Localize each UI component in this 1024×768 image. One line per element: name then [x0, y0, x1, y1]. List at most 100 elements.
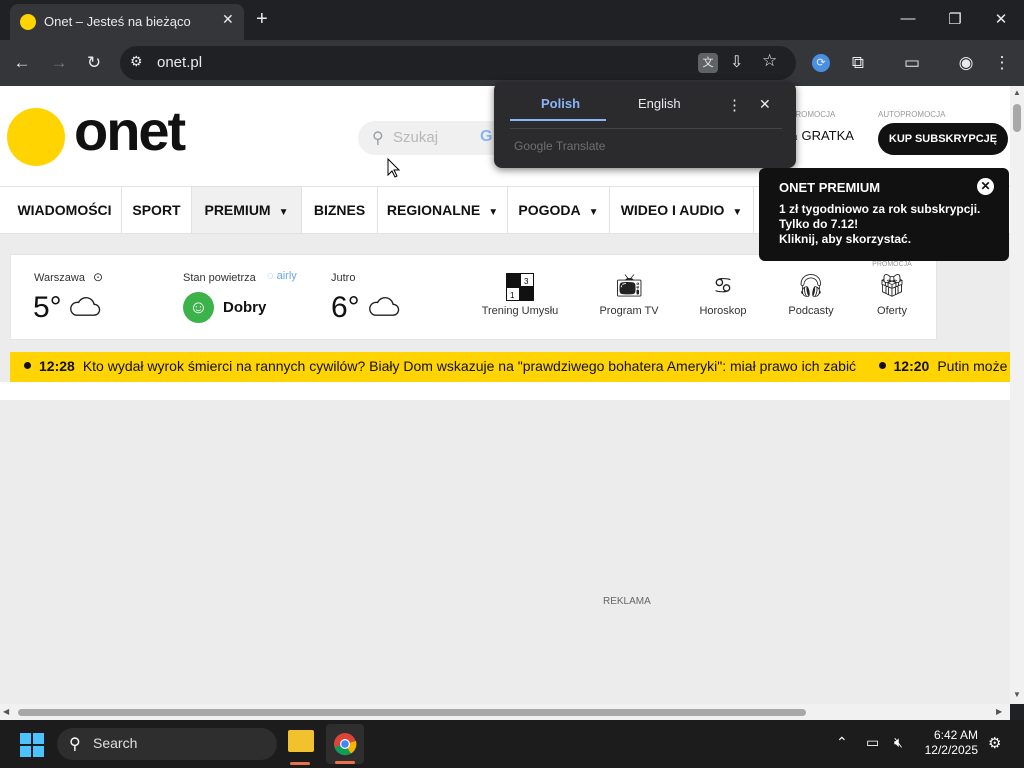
nav-label: PREMIUM — [204, 202, 271, 218]
search-icon: ⚲ — [372, 130, 384, 147]
service-label: Oferty — [877, 305, 907, 317]
tab-search-icon[interactable]: ▭ — [902, 53, 922, 73]
close-window-icon[interactable]: ✕ — [991, 10, 1011, 28]
taskbar-clock[interactable]: 6:42 AM 12/2/2025 — [918, 728, 978, 758]
air-quality-label: Stan powietrza — [183, 272, 256, 284]
taskbar-search[interactable]: ⚲ Search — [57, 728, 277, 760]
premium-body: 1 zł tygodniowo za rok subskrypcji. Tylk… — [779, 202, 980, 247]
service-label: Horoskop — [699, 305, 747, 317]
horizontal-scroll-thumb[interactable] — [18, 709, 806, 716]
service-trening-umyslu[interactable]: 31 Trening Umysłu — [475, 273, 565, 317]
autopromo-label: AUTOPROMOCJA — [878, 110, 946, 119]
translate-close-icon[interactable]: ✕ — [759, 96, 771, 113]
taskbar-search-label: Search — [93, 735, 138, 751]
install-app-icon[interactable]: ⇩ — [730, 52, 743, 72]
svg-text:1: 1 — [510, 291, 515, 300]
service-oferty[interactable]: PROMOCJA 🎁︎ Oferty — [847, 261, 937, 317]
service-label: Trening Umysłu — [481, 305, 559, 317]
nav-item-biznes[interactable]: BIZNES — [302, 187, 378, 233]
oferty-badge: PROMOCJA — [872, 261, 912, 268]
vertical-scrollbar[interactable]: ▲ ▼ — [1010, 86, 1024, 704]
ticker-headline[interactable]: Putin może — [937, 358, 1007, 374]
active-tab-underline — [510, 119, 606, 121]
translate-options-icon[interactable]: ⋮ — [727, 96, 742, 114]
nav-item-premium[interactable]: PREMIUM ▼ — [192, 187, 302, 233]
svg-text:3: 3 — [524, 277, 529, 286]
translate-tab-english[interactable]: English — [638, 96, 681, 111]
volume-muted-icon[interactable]: 🔇︎ — [894, 734, 903, 751]
extension-badge-icon[interactable]: ⟳ — [812, 54, 830, 72]
menu-kebab-icon[interactable]: ⋮ — [992, 53, 1012, 73]
temperature-tomorrow: 6° — [331, 291, 360, 324]
gratka-link[interactable]: ⌂ GRATKA — [790, 128, 854, 143]
notifications-icon[interactable]: ⚙ — [988, 734, 1001, 752]
chevron-down-icon: ▼ — [588, 207, 599, 218]
nav-item-wiadomosci[interactable]: WIADOMOŚCI — [8, 187, 122, 233]
scroll-right-icon[interactable]: ▶ — [996, 707, 1002, 716]
chevron-up-icon[interactable]: ⌃ — [836, 734, 848, 751]
service-label: Program TV — [599, 305, 659, 317]
cloud-icon — [369, 297, 400, 316]
close-tab-icon[interactable]: ✕ — [222, 11, 234, 28]
nav-item-wideo-i-audio[interactable]: WIDEO I AUDIO ▼ — [610, 187, 754, 233]
nav-label: POGODA — [518, 202, 581, 218]
premium-promo-popup[interactable]: ONET PREMIUM 1 zł tygodniowo za rok subs… — [759, 168, 1009, 261]
site-settings-icon[interactable]: ⚙ — [130, 53, 143, 70]
google-translate-brand: Google Translate — [514, 139, 605, 153]
windows-start-icon[interactable] — [20, 733, 44, 757]
restore-icon[interactable]: ❐ — [945, 10, 965, 28]
premium-title: ONET PREMIUM — [779, 180, 881, 195]
nav-item-regionalne[interactable]: REGIONALNE ▼ — [378, 187, 508, 233]
news-ticker[interactable]: 12:28 Kto wydał wyrok śmierci na rannych … — [10, 352, 1010, 382]
subscribe-button[interactable]: KUP SUBSKRYPCJĘ — [878, 123, 1008, 155]
mouse-cursor-icon — [387, 158, 401, 178]
horizontal-scrollbar[interactable]: ◀ ▶ — [0, 704, 1010, 720]
onet-favicon-icon — [20, 14, 36, 30]
bookmark-star-icon[interactable]: ☆ — [762, 51, 777, 71]
new-tab-button[interactable]: + — [256, 8, 268, 31]
clock-time: 6:42 AM — [933, 728, 978, 742]
chevron-down-icon: ▼ — [732, 207, 743, 218]
chrome-taskbar-button[interactable] — [326, 724, 364, 764]
chevron-down-icon: ▼ — [488, 207, 499, 218]
translate-tab-polish[interactable]: Polish — [541, 96, 580, 111]
back-icon[interactable]: ← — [12, 53, 32, 73]
ticker-headline[interactable]: Kto wydał wyrok śmierci na rannych cywil… — [83, 358, 856, 374]
forward-icon[interactable]: → — [49, 53, 69, 73]
url-text[interactable]: onet.pl — [157, 54, 202, 71]
nav-item-sport[interactable]: SPORT — [122, 187, 192, 233]
service-horoskop[interactable]: ♋︎ Horoskop — [678, 273, 768, 317]
airly-brand: airly — [276, 270, 297, 282]
scroll-up-icon[interactable]: ▲ — [1013, 88, 1021, 97]
scroll-left-icon[interactable]: ◀ — [3, 707, 9, 716]
air-quality-status: Dobry — [223, 299, 267, 316]
onet-logo[interactable]: onet — [74, 98, 186, 163]
service-podcasty[interactable]: 🎧︎ Podcasty — [766, 273, 856, 317]
crossword-icon: 31 — [475, 273, 565, 301]
reload-icon[interactable]: ↻ — [84, 53, 104, 73]
file-explorer-icon[interactable] — [288, 730, 314, 752]
divider — [0, 382, 1010, 400]
weather-city[interactable]: Warszawa — [34, 272, 85, 284]
extensions-puzzle-icon[interactable]: ⧉ — [848, 53, 868, 73]
site-search-input[interactable]: ⚲ Szukaj G — [358, 121, 508, 155]
onet-logo-circle-icon[interactable] — [7, 108, 65, 166]
clock-date: 12/2/2025 — [924, 743, 978, 757]
location-target-icon[interactable]: ⊙ — [93, 270, 103, 284]
address-bar[interactable]: ⚙ onet.pl 文 ⇩ ☆ — [120, 46, 796, 80]
vertical-scroll-thumb[interactable] — [1013, 104, 1021, 132]
temperature-now: 5° — [33, 291, 62, 324]
google-g-icon: G — [480, 128, 493, 145]
windows-taskbar: ⚲ Search ⌃ ▭ 🔇︎ 6:42 AM 12/2/2025 ⚙ — [0, 720, 1024, 768]
close-popup-icon[interactable]: ✕ — [977, 178, 994, 195]
minimize-icon[interactable]: — — [898, 10, 918, 27]
translate-brand: Translate — [555, 139, 606, 153]
profile-icon[interactable]: ◉ — [956, 53, 976, 73]
translate-icon[interactable]: 文 — [698, 53, 718, 73]
browser-toolbar: ← → ↻ ⚙ onet.pl 文 ⇩ ☆ ⟳ ⧉ ▭ ◉ ⋮ — [0, 40, 1024, 86]
service-program-tv[interactable]: 📺︎ Program TV — [584, 273, 674, 317]
browser-tab[interactable]: Onet – Jesteś na bieżąco ✕ — [10, 4, 244, 40]
nav-item-pogoda[interactable]: POGODA ▼ — [508, 187, 610, 233]
network-icon[interactable]: ▭ — [866, 734, 879, 751]
scroll-down-icon[interactable]: ▼ — [1013, 690, 1021, 699]
